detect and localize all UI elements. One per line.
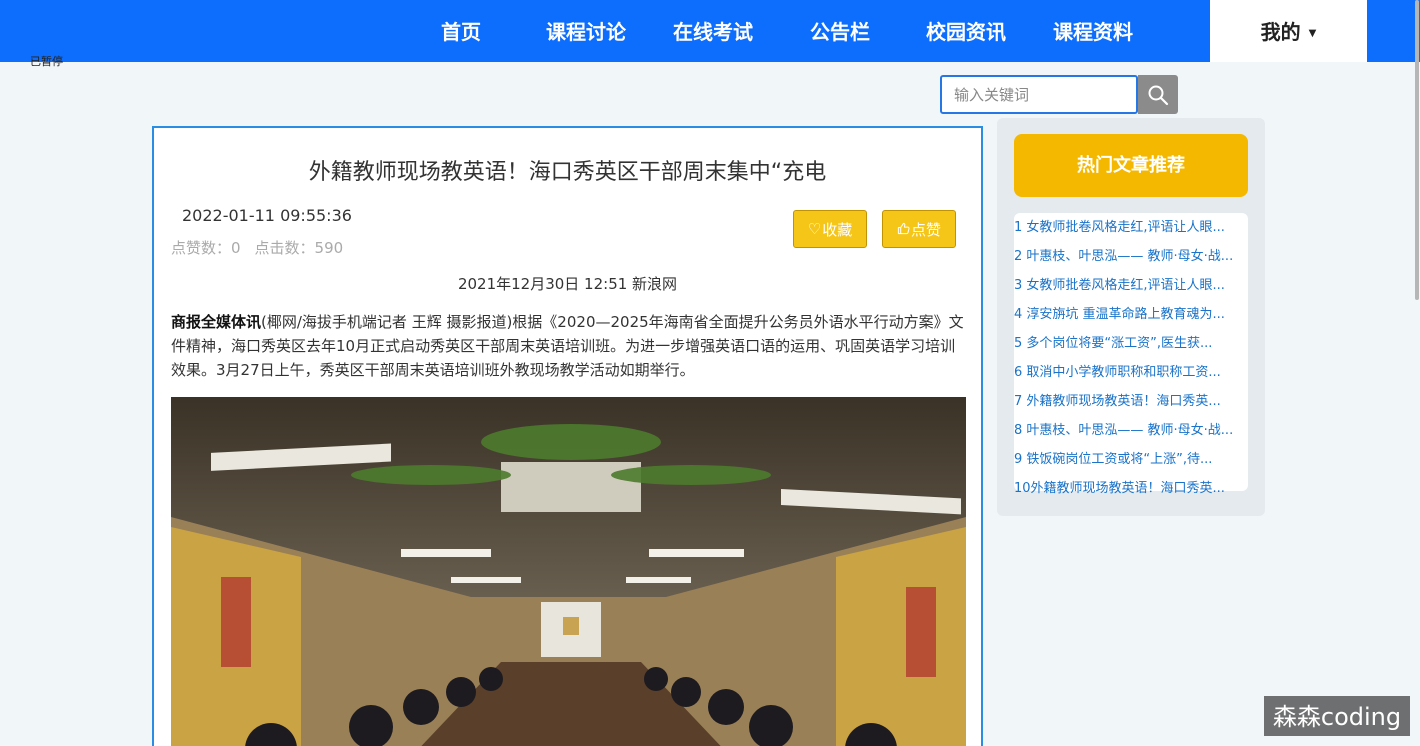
article-body: 商报全媒体讯(椰网/海拔手机端记者 王辉 摄影报道)根据《2020—2025年海… [171,310,968,382]
paused-indicator: 已暂停 [30,55,63,68]
article-stats: 点赞数：0 点击数：590 [171,237,357,258]
nav-bulletin-board[interactable]: 公告栏 [810,0,870,62]
nav-course-materials[interactable]: 课程资料 [1053,0,1133,62]
top-navbar: 首页 课程讨论 在线考试 公告栏 校园资讯 课程资料 我的 ▼ [0,0,1420,62]
hot-article-item[interactable]: 6 取消中小学教师职称和职称工资... [1014,361,1248,390]
hot-article-item[interactable]: 8 叶惠枝、叶思泓—— 教师·母女·战... [1014,419,1248,448]
nav-mine-dropdown[interactable]: 我的 ▼ [1210,0,1367,62]
collect-button[interactable]: ♡ 收藏 [793,210,867,248]
nav-campus-news[interactable]: 校园资讯 [926,0,1006,62]
article-lead: 商报全媒体讯 [171,313,262,331]
hot-article-item[interactable]: 3 女教师批卷风格走红,评语让人眼... [1014,274,1248,303]
hot-article-item[interactable]: 7 外籍教师现场教英语！海口秀英... [1014,390,1248,419]
hot-articles-title: 热门文章推荐 [1014,134,1248,197]
search-button[interactable] [1138,75,1178,114]
hot-article-item[interactable]: 5 多个岗位将要“涨工资”,医生获... [1014,332,1248,361]
click-count: 点击数：590 [254,239,344,257]
caret-down-icon: ▼ [1308,27,1317,39]
page-scrollbar[interactable] [1415,0,1419,300]
video-watermark: 森森coding [1264,696,1410,736]
hot-article-item[interactable]: 10外籍教师现场教英语！海口秀英... [1014,477,1248,506]
like-label: 点赞 [910,220,941,239]
hot-article-item[interactable]: 4 淳安旃坑 重温革命路上教育魂为... [1014,303,1248,332]
article-photo [171,397,966,746]
article-date: 2022-01-11 09:55:36 [182,206,352,225]
article-source: 2021年12月30日 12:51 新浪网 [457,275,678,293]
article-card: 外籍教师现场教英语！海口秀英区干部周末集中“充电 2022-01-11 09:5… [152,126,983,746]
hot-articles-panel: 热门文章推荐 1 女教师批卷风格走红,评语让人眼... 2 叶惠枝、叶思泓—— … [997,118,1265,516]
search-input[interactable] [940,75,1138,114]
like-button[interactable]: 点赞 [882,210,956,248]
nav-course-discussion[interactable]: 课程讨论 [546,0,626,62]
hot-article-item[interactable]: 1 女教师批卷风格走红,评语让人眼... [1014,216,1248,245]
search-icon [1148,85,1169,105]
heart-icon: ♡ [807,220,822,238]
article-title: 外籍教师现场教英语！海口秀英区干部周末集中“充电 [308,160,827,185]
like-count: 点赞数：0 [171,239,241,257]
nav-mine-label: 我的 [1260,20,1301,44]
hot-articles-list: 1 女教师批卷风格走红,评语让人眼... 2 叶惠枝、叶思泓—— 教师·母女·战… [1014,213,1248,496]
article-text: (椰网/海拔手机端记者 王辉 摄影报道)根据《2020—2025年海南省全面提升… [171,313,964,379]
thumbs-up-icon [897,220,910,238]
hot-article-item[interactable]: 9 铁饭碗岗位工资或将“上涨”,待... [1014,448,1248,477]
hot-article-item[interactable]: 2 叶惠枝、叶思泓—— 教师·母女·战... [1014,245,1248,274]
nav-home[interactable]: 首页 [441,0,481,62]
collect-label: 收藏 [822,220,853,239]
nav-online-exam[interactable]: 在线考试 [673,0,753,62]
